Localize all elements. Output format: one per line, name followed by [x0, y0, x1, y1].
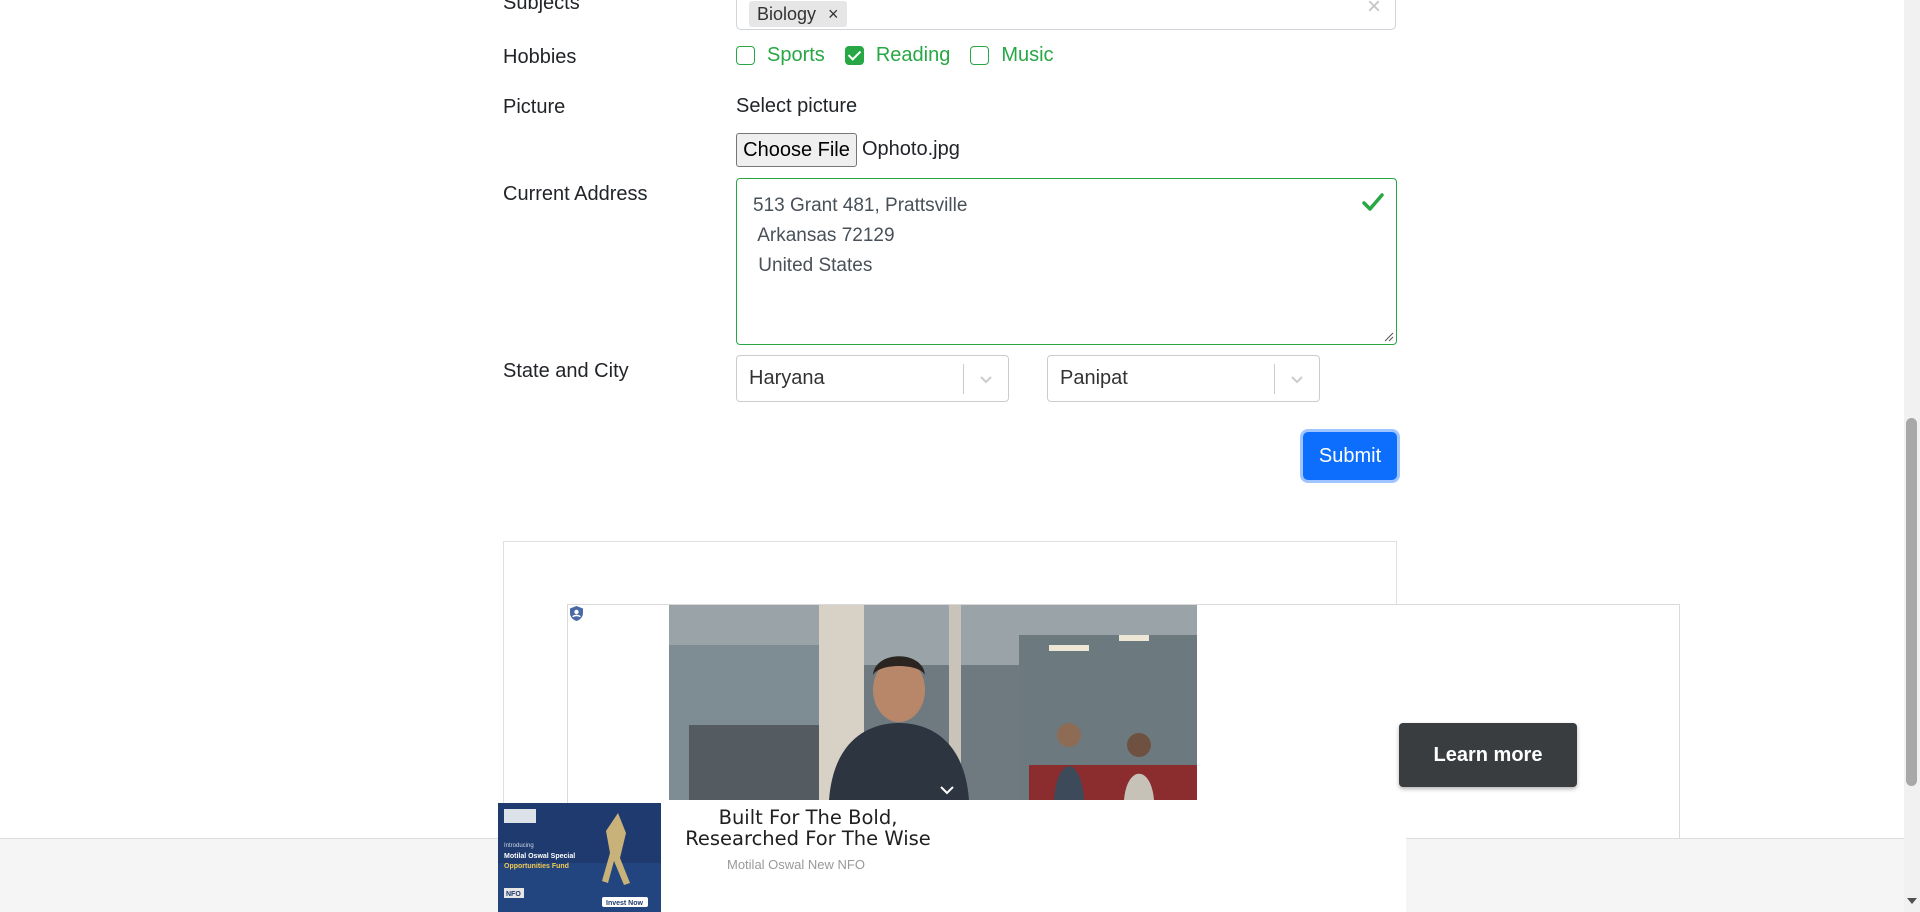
- current-address-textarea[interactable]: 513 Grant 481, Prattsville Arkansas 7212…: [736, 178, 1397, 345]
- sports-checkbox[interactable]: [736, 46, 755, 65]
- city-select[interactable]: Panipat: [1047, 355, 1320, 402]
- scroll-down-icon[interactable]: [1907, 898, 1917, 904]
- learn-more-button[interactable]: Learn more: [1399, 723, 1577, 787]
- scrollbar-thumb[interactable]: [1906, 418, 1917, 786]
- picture-label: Picture: [503, 96, 566, 118]
- hobbies-group: Sports Reading Music: [736, 44, 1074, 67]
- banner-headline-line2: Researched For The Wise: [685, 827, 931, 850]
- svg-text:Motilal Oswal Special: Motilal Oswal Special: [504, 853, 575, 860]
- chevron-down-icon[interactable]: [1275, 356, 1319, 401]
- address-line: Arkansas 72129: [753, 225, 895, 246]
- subjects-label: Subjects: [503, 0, 580, 14]
- banner-headline-line1: Built For The Bold,: [718, 806, 898, 829]
- banner-thumbnail[interactable]: Introducing Motilal Oswal Special Opport…: [498, 803, 661, 912]
- hobbies-label: Hobbies: [503, 46, 577, 68]
- svg-text:Opportunities Fund: Opportunities Fund: [504, 863, 569, 870]
- banner-headline[interactable]: Built For The Bold, Researched For The W…: [673, 807, 943, 849]
- music-label[interactable]: Music: [1001, 44, 1053, 67]
- select-picture-text: Select picture: [736, 95, 858, 117]
- reading-label[interactable]: Reading: [876, 44, 951, 67]
- chip-remove-icon[interactable]: ×: [824, 4, 847, 25]
- ad-video-image[interactable]: [669, 605, 1197, 800]
- subject-chip: Biology ×: [749, 1, 847, 27]
- music-checkbox[interactable]: [970, 46, 990, 65]
- current-address-label: Current Address: [503, 183, 648, 205]
- thumb-invest-now: Invest Now: [606, 900, 644, 907]
- subjects-input[interactable]: Biology × ×: [736, 0, 1396, 30]
- reading-checkbox[interactable]: [844, 46, 864, 65]
- thumb-intro-text: Introducing: [504, 843, 534, 849]
- choose-file-button[interactable]: Choose File: [736, 133, 857, 167]
- clear-subjects-icon[interactable]: ×: [1367, 0, 1381, 21]
- sports-label[interactable]: Sports: [767, 44, 825, 67]
- address-line: United States: [753, 255, 873, 276]
- submit-button[interactable]: Submit: [1303, 432, 1397, 480]
- state-value: Haryana: [749, 367, 825, 389]
- city-value: Panipat: [1060, 367, 1128, 389]
- resize-handle-icon[interactable]: [1384, 332, 1394, 342]
- thumb-nfo-badge: NFO: [506, 891, 521, 898]
- banner-sponsor: Motilal Oswal New NFO: [727, 857, 865, 872]
- hobby-music[interactable]: Music: [970, 44, 1054, 67]
- hobby-reading[interactable]: Reading: [844, 44, 951, 67]
- address-line: 513 Grant 481, Prattsville: [753, 195, 968, 216]
- shield-icon[interactable]: [568, 605, 585, 622]
- bottom-banner-ad[interactable]: Introducing Motilal Oswal Special Opport…: [498, 803, 1406, 912]
- state-select[interactable]: Haryana: [736, 355, 1009, 402]
- hobby-sports[interactable]: Sports: [736, 44, 825, 67]
- check-icon: [1362, 193, 1384, 211]
- chevron-down-icon[interactable]: [964, 356, 1008, 401]
- state-city-label: State and City: [503, 360, 629, 382]
- selected-file-name: Ophoto.jpg: [862, 138, 960, 160]
- subject-chip-label: Biology: [757, 3, 817, 24]
